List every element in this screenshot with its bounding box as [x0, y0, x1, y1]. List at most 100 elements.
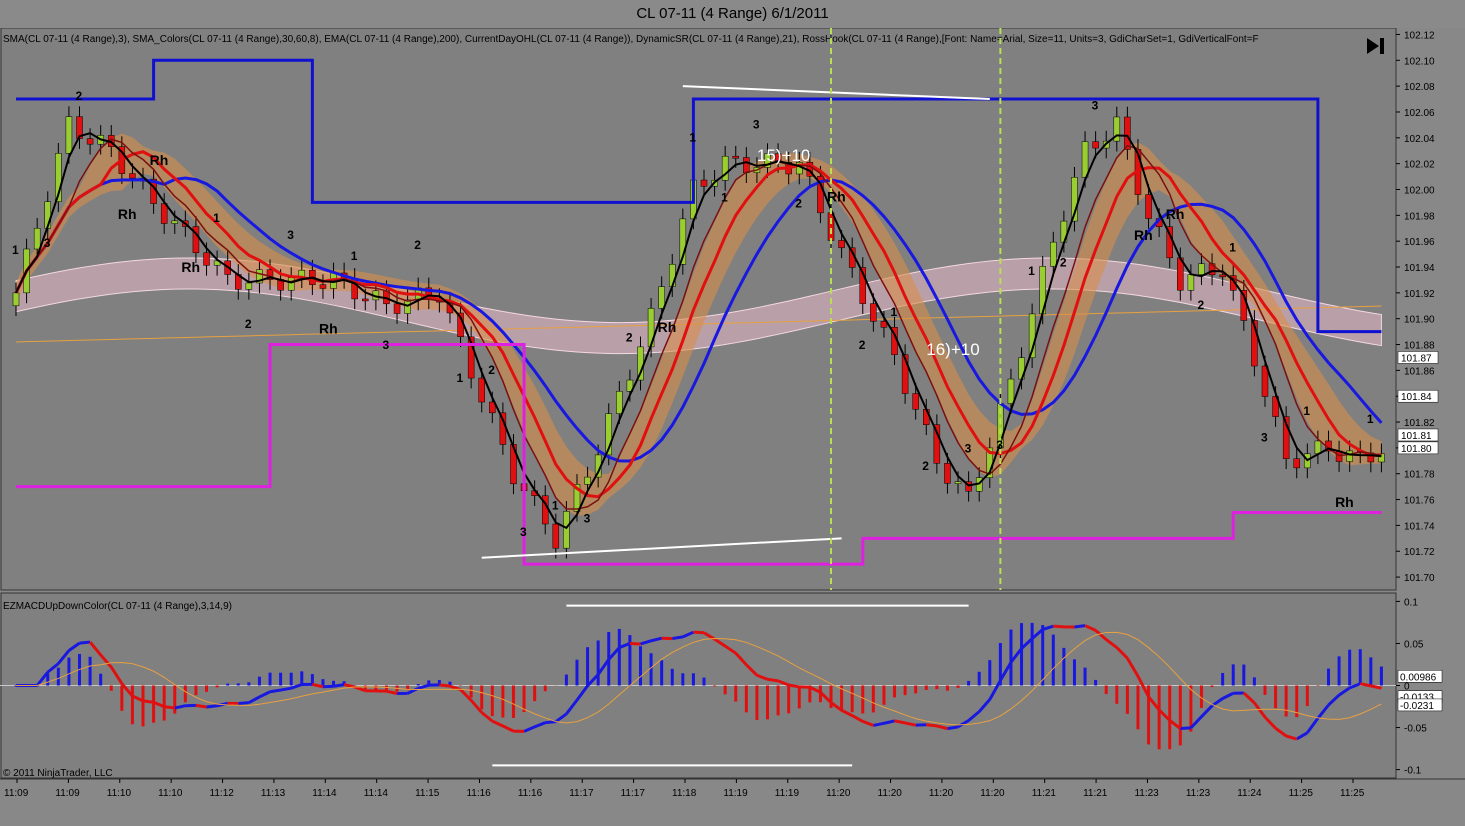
candle-body	[1145, 194, 1152, 219]
skip-icon-bar	[1380, 38, 1384, 54]
macd-y-tick-label: 0.05	[1404, 639, 1424, 650]
candle-body	[912, 393, 919, 410]
macd-histogram-bar	[247, 682, 251, 686]
ross-hook-label: Rh	[658, 319, 677, 335]
candle-body	[393, 303, 401, 314]
macd-histogram-bar	[1221, 672, 1225, 686]
macd-histogram-bar	[1274, 685, 1278, 709]
candle-body	[1346, 450, 1353, 462]
macd-histogram-bar	[861, 685, 865, 714]
macd-histogram-bar	[226, 683, 230, 686]
macd-histogram-bar	[956, 685, 960, 688]
candle-body	[245, 282, 253, 290]
candle-body	[584, 476, 591, 485]
x-tick-label: 11:10	[107, 788, 132, 799]
candle-body	[478, 377, 485, 403]
ross-hook-label: 1	[1028, 264, 1035, 278]
x-tick-label: 11:19	[723, 788, 748, 799]
ross-hook-label: 1	[552, 498, 559, 512]
macd-histogram-bar	[617, 628, 621, 686]
y-tick-label: 101.78	[1404, 470, 1435, 481]
y-tick-label: 102.06	[1404, 108, 1435, 119]
macd-histogram-bar	[787, 685, 791, 714]
price-tag-label: 101.80	[1401, 444, 1432, 455]
candle-body	[1219, 274, 1226, 278]
ross-hook-label: 1	[721, 190, 728, 204]
macd-histogram-bar	[660, 660, 664, 686]
x-tick-label: 11:17	[621, 788, 646, 799]
ross-hook-label: 2	[1060, 255, 1067, 269]
y-tick-label: 101.98	[1404, 211, 1435, 222]
macd-histogram-bar	[501, 685, 505, 718]
macd-histogram-bar	[183, 685, 187, 703]
macd-histogram-bar	[924, 685, 928, 690]
x-tick-label: 11:16	[518, 788, 543, 799]
x-tick-label: 11:10	[158, 788, 183, 799]
candle-body	[954, 481, 962, 484]
ross-hook-label: 1	[1229, 241, 1236, 255]
macd-histogram-bar	[1115, 685, 1119, 704]
y-tick-label: 102.04	[1404, 134, 1435, 145]
macd-histogram-bar	[543, 685, 547, 692]
macd-histogram-bar	[279, 672, 283, 686]
ross-hook-label: Rh	[150, 152, 169, 168]
macd-histogram-bar	[596, 640, 600, 686]
candle-body	[65, 116, 73, 154]
chart-window: CL 07-11 (4 Range) 6/1/2011 SMA(CL 07-11…	[0, 0, 1465, 826]
candle-body	[700, 179, 708, 187]
macd-histogram-bar	[1009, 629, 1013, 686]
price-tag-label: 101.84	[1401, 392, 1432, 403]
macd-histogram-bar	[1104, 685, 1108, 695]
macd-histogram-bar	[1284, 685, 1288, 717]
ross-hook-label: 1	[1367, 412, 1374, 426]
macd-y-tick-label: -0.05	[1404, 724, 1427, 735]
y-tick-label: 101.90	[1404, 315, 1435, 326]
macd-histogram-bar	[977, 671, 981, 686]
macd-legend-text: EZMACDUpDownColor(CL 07-11 (4 Range),3,1…	[3, 601, 232, 612]
macd-histogram-bar	[1030, 622, 1034, 686]
macd-histogram-bar	[1358, 649, 1362, 686]
macd-histogram-bar	[480, 685, 484, 710]
candle-body	[1187, 274, 1195, 291]
macd-histogram-bar	[967, 680, 971, 686]
x-tick-label: 11:17	[569, 788, 594, 799]
x-tick-label: 11:14	[364, 788, 389, 799]
chart-canvas[interactable]: SMA(CL 07-11 (4 Range),3), SMA_Colors(CL…	[0, 28, 1465, 826]
ross-hook-label: 3	[1092, 98, 1099, 112]
macd-histogram-bar	[511, 685, 515, 718]
macd-histogram-bar	[744, 685, 748, 713]
x-tick-label: 11:09	[4, 788, 29, 799]
x-tick-label: 11:21	[1083, 788, 1108, 799]
macd-histogram-bar	[99, 673, 103, 686]
macd-histogram-bar	[1157, 685, 1161, 750]
price-tag-label: 101.87	[1401, 353, 1432, 364]
trade-annotation: 15)+10	[757, 146, 810, 165]
macd-histogram-bar	[1348, 649, 1352, 686]
macd-value-tag-label: -0.0231	[1400, 701, 1434, 712]
macd-histogram-bar	[681, 673, 685, 686]
x-tick-label: 11:20	[878, 788, 903, 799]
macd-histogram-bar	[1178, 685, 1182, 746]
x-tick-label: 11:23	[1186, 788, 1211, 799]
macd-histogram-bar	[56, 667, 60, 686]
macd-histogram-bar	[162, 685, 166, 721]
candle-body	[362, 298, 369, 302]
y-tick-label: 102.12	[1404, 30, 1435, 41]
x-tick-label: 11:12	[210, 788, 235, 799]
macd-histogram-bar	[903, 685, 907, 696]
ross-hook-label: 2	[488, 363, 495, 377]
macd-histogram-bar	[914, 685, 918, 694]
y-tick-label: 101.82	[1404, 418, 1435, 429]
candle-body	[1198, 263, 1205, 275]
ross-hook-label: 2	[414, 238, 421, 252]
x-tick-label: 11:19	[775, 788, 800, 799]
ross-hook-label: Rh	[1335, 494, 1354, 510]
ross-hook-label: 3	[382, 338, 389, 352]
macd-histogram-bar	[141, 685, 145, 727]
candle-body	[12, 292, 20, 307]
macd-histogram-bar	[776, 685, 780, 716]
macd-histogram-bar	[1242, 664, 1246, 686]
candle-body	[658, 286, 665, 309]
ross-hook-label: 2	[626, 330, 633, 344]
y-tick-label: 102.08	[1404, 82, 1435, 93]
